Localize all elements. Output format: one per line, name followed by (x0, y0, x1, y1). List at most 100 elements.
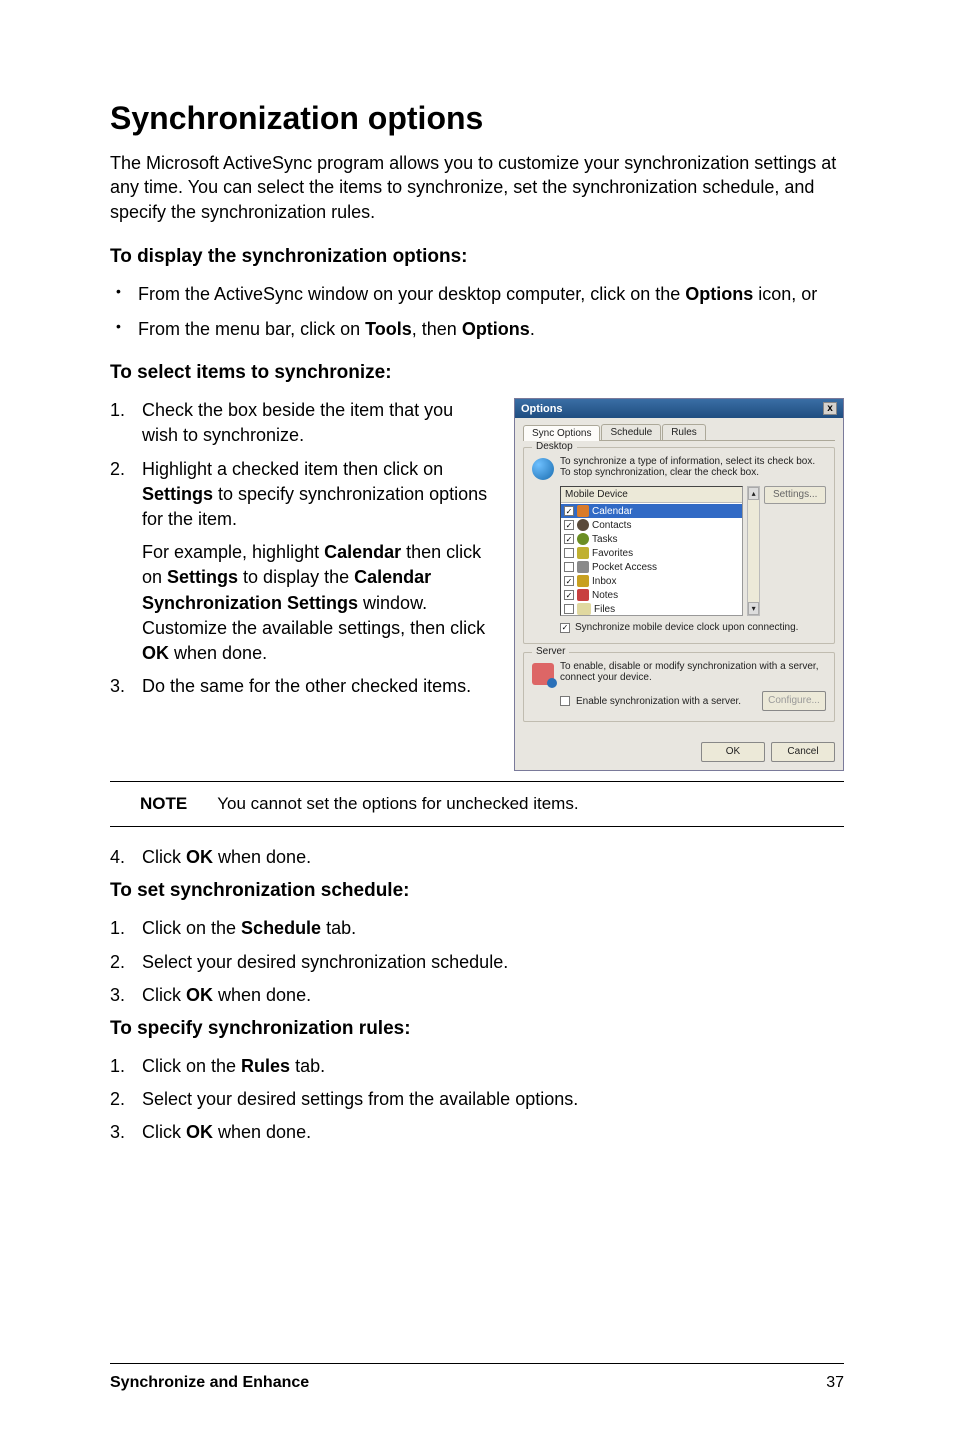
list-item: 2.Select your desired settings from the … (110, 1087, 844, 1112)
footer-page-number: 37 (826, 1374, 844, 1392)
list-item-contacts[interactable]: Contacts (561, 518, 742, 532)
cancel-button[interactable]: Cancel (771, 742, 835, 762)
item-label: Pocket Access (592, 562, 657, 573)
text: when done. (169, 643, 267, 663)
list-item-favorites[interactable]: Favorites (561, 546, 742, 560)
checkbox-icon[interactable] (564, 590, 574, 600)
bold-options: Options (462, 319, 530, 339)
document-page: Synchronization options The Microsoft Ac… (0, 0, 954, 1438)
group-legend-server: Server (532, 646, 569, 657)
item-label: Notes (592, 590, 618, 601)
checkbox-icon[interactable] (564, 534, 574, 544)
tab-rules[interactable]: Rules (662, 424, 706, 440)
text: when done. (213, 985, 311, 1005)
substep-text: For example, highlight Calendar then cli… (110, 540, 494, 666)
configure-button[interactable]: Configure... (762, 691, 826, 711)
scroll-down-icon[interactable]: ▾ (748, 602, 760, 615)
text: when done. (213, 1122, 311, 1142)
desktop-msg: To synchronize a type of information, se… (560, 456, 826, 478)
listbox-scrollbar[interactable]: ▴ ▾ (747, 486, 761, 616)
clock-sync-checkbox[interactable] (560, 623, 570, 633)
bold-ok: OK (186, 1122, 213, 1142)
tab-schedule[interactable]: Schedule (601, 424, 661, 440)
heading-select-items: To select items to synchronize: (110, 362, 844, 384)
text: , then (412, 319, 462, 339)
bold-schedule: Schedule (241, 918, 321, 938)
page-footer: Synchronize and Enhance 37 (110, 1363, 844, 1392)
dialog-title-text: Options (521, 403, 563, 415)
item-label: Files (594, 604, 615, 615)
text: Click (142, 985, 186, 1005)
sync-items-listbox[interactable]: Mobile Device Calendar Contacts Tasks Fa… (560, 486, 743, 616)
listbox-header[interactable]: Mobile Device (561, 487, 742, 503)
item-label: Contacts (592, 520, 631, 531)
text: when done. (213, 847, 311, 867)
item-label: Calendar (592, 506, 633, 517)
list-item-calendar[interactable]: Calendar (561, 504, 742, 518)
list-item-inbox[interactable]: Inbox (561, 574, 742, 588)
page-title: Synchronization options (110, 100, 844, 137)
list-item: 1.Check the box beside the item that you… (110, 398, 494, 448)
text: From the ActiveSync window on your deskt… (138, 284, 685, 304)
text: Click on the (142, 1056, 241, 1076)
list-item: 2.Select your desired synchronization sc… (110, 950, 844, 975)
list-item: From the menu bar, click on Tools, then … (110, 317, 844, 342)
server-msg: To enable, disable or modify synchroniza… (560, 661, 826, 683)
item-label: Inbox (592, 576, 616, 587)
server-group: Server To enable, disable or modify sync… (523, 652, 835, 722)
text: Check the box beside the item that you w… (142, 400, 453, 445)
bold-ok: OK (186, 847, 213, 867)
ok-button[interactable]: OK (701, 742, 765, 762)
inbox-icon (577, 575, 589, 587)
note-box: NOTE You cannot set the options for unch… (110, 781, 844, 827)
clock-sync-label: Synchronize mobile device clock upon con… (575, 622, 798, 633)
checkbox-icon[interactable] (564, 604, 574, 614)
notes-icon (577, 589, 589, 601)
item-label: Tasks (592, 534, 618, 545)
checkbox-icon[interactable] (564, 562, 574, 572)
dialog-tabs: Sync Options Schedule Rules (523, 424, 835, 441)
close-icon[interactable]: x (823, 402, 837, 415)
checkbox-icon[interactable] (564, 576, 574, 586)
bold-ok: OK (186, 985, 213, 1005)
text: Select your desired settings from the av… (142, 1089, 578, 1109)
text: Select your desired synchronization sche… (142, 952, 508, 972)
settings-button[interactable]: Settings... (764, 486, 826, 504)
text: icon, or (753, 284, 817, 304)
list-item: From the ActiveSync window on your deskt… (110, 282, 844, 307)
enable-server-checkbox[interactable] (560, 696, 570, 706)
item-label: Favorites (592, 548, 633, 559)
list-item: 3. Click OK when done. (110, 1120, 844, 1145)
list-item: 2. Highlight a checked item then click o… (110, 457, 494, 533)
tab-sync-options[interactable]: Sync Options (523, 425, 600, 441)
text: From the menu bar, click on (138, 319, 365, 339)
heading-display-options: To display the synchronization options: (110, 246, 844, 268)
checkbox-icon[interactable] (564, 548, 574, 558)
text: Highlight a checked item then click on (142, 459, 443, 479)
heading-schedule: To set synchronization schedule: (110, 880, 844, 902)
text: tab. (321, 918, 356, 938)
dialog-titlebar[interactable]: Options x (515, 399, 843, 418)
calendar-icon (577, 505, 589, 517)
text: Click (142, 847, 186, 867)
bold-rules: Rules (241, 1056, 290, 1076)
files-icon (577, 603, 591, 615)
list-item-pocket-access[interactable]: Pocket Access (561, 560, 742, 574)
checkbox-icon[interactable] (564, 506, 574, 516)
text: . (530, 319, 535, 339)
checkbox-icon[interactable] (564, 520, 574, 530)
text: tab. (290, 1056, 325, 1076)
list-item-tasks[interactable]: Tasks (561, 532, 742, 546)
bold-settings: Settings (142, 484, 213, 504)
scroll-up-icon[interactable]: ▴ (748, 487, 760, 500)
sync-icon (532, 458, 554, 480)
bold-options: Options (685, 284, 753, 304)
text: Do the same for the other checked items. (142, 676, 471, 696)
bold-tools: Tools (365, 319, 412, 339)
options-dialog: Options x Sync Options Schedule Rules De… (514, 398, 844, 771)
tasks-icon (577, 533, 589, 545)
list-item-notes[interactable]: Notes (561, 588, 742, 602)
list-item-files[interactable]: Files (561, 602, 742, 616)
display-options-list: From the ActiveSync window on your deskt… (110, 282, 844, 342)
desktop-group: Desktop To synchronize a type of informa… (523, 447, 835, 644)
